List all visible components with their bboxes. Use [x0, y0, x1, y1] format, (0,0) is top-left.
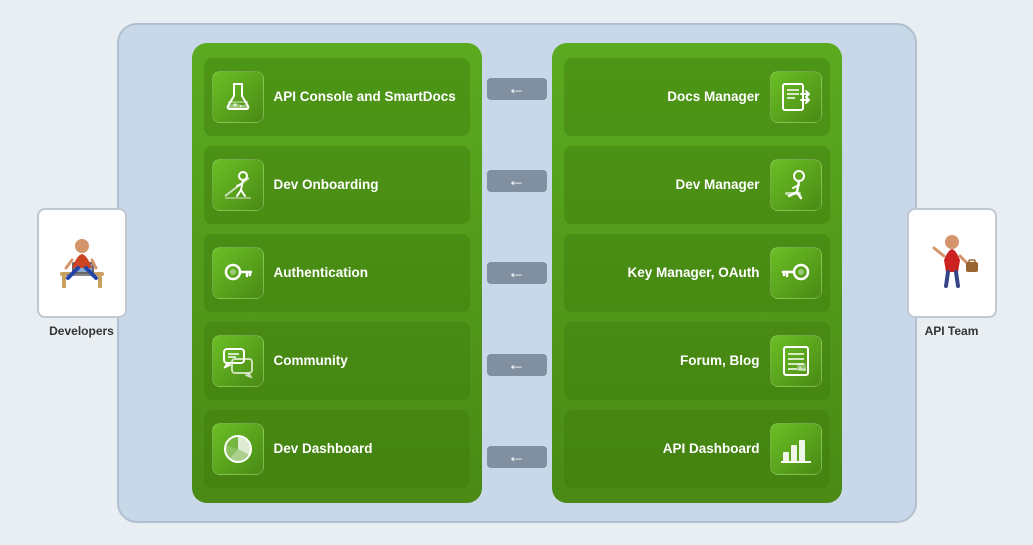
flask-icon: [221, 80, 255, 114]
developer-icon: [52, 230, 112, 295]
bar-chart-icon: [779, 432, 813, 466]
left-row-4-label: Community: [274, 352, 348, 370]
docs-icon: [779, 80, 813, 114]
flask-icon-box: [212, 71, 264, 123]
docs-icon-box: [770, 71, 822, 123]
escalator-icon-box: [212, 159, 264, 211]
right-row-4: Forum, Blog: [564, 322, 830, 400]
key-icon: [221, 256, 255, 290]
left-row-1-label: API Console and SmartDocs: [274, 88, 456, 106]
key2-icon: [779, 256, 813, 290]
chat-icon: [221, 344, 255, 378]
arrow-5: [487, 446, 547, 468]
arrow-left-4: [487, 354, 547, 376]
person-sitting-icon-box: [770, 159, 822, 211]
left-row-5: Dev Dashboard: [204, 410, 470, 488]
document-icon-box: [770, 335, 822, 387]
right-row-5: API Dashboard: [564, 410, 830, 488]
api-team-icon: [922, 230, 982, 295]
developers-figure: Developers: [37, 208, 127, 338]
right-row-4-label: Forum, Blog: [680, 352, 760, 370]
left-row-5-label: Dev Dashboard: [274, 440, 373, 458]
person-sitting-icon: [779, 168, 813, 202]
arrow-left-1: [487, 78, 547, 100]
api-team-label: API Team: [925, 324, 979, 338]
bar-chart-icon-box: [770, 423, 822, 475]
chat-icon-box: [212, 335, 264, 387]
left-row-3: Authentication: [204, 234, 470, 312]
arrow-4: [487, 354, 547, 376]
escalator-icon: [221, 168, 255, 202]
arrow-3: [487, 262, 547, 284]
arrow-1: [487, 78, 547, 100]
left-row-2-label: Dev Onboarding: [274, 176, 379, 194]
arrow-left-2: [487, 170, 547, 192]
right-row-1: Docs Manager: [564, 58, 830, 136]
left-row-3-label: Authentication: [274, 264, 369, 282]
key2-icon-box: [770, 247, 822, 299]
left-row-4: Community: [204, 322, 470, 400]
right-row-2-label: Dev Manager: [675, 176, 759, 194]
right-row-5-label: API Dashboard: [663, 440, 760, 458]
right-row-2: Dev Manager: [564, 146, 830, 224]
arrow-left-3: [487, 262, 547, 284]
left-panel: API Console and SmartDocs Dev Onboarding: [192, 43, 482, 503]
document-icon: [779, 344, 813, 378]
developers-label: Developers: [49, 324, 114, 338]
diagram-wrapper: Developers API Console and SmartDocs: [37, 13, 997, 533]
middle-area: [472, 43, 562, 503]
left-row-1: API Console and SmartDocs: [204, 58, 470, 136]
pie-chart-icon-box: [212, 423, 264, 475]
developers-box: [37, 208, 127, 318]
pie-chart-icon: [221, 432, 255, 466]
right-row-3-label: Key Manager, OAuth: [627, 264, 759, 282]
arrow-left-5: [487, 446, 547, 468]
arrow-2: [487, 170, 547, 192]
right-row-3: Key Manager, OAuth: [564, 234, 830, 312]
right-panel: Docs Manager Dev Manager: [552, 43, 842, 503]
key-icon-box: [212, 247, 264, 299]
api-team-box: [907, 208, 997, 318]
right-row-1-label: Docs Manager: [667, 88, 759, 106]
api-team-figure: API Team: [907, 208, 997, 338]
left-row-2: Dev Onboarding: [204, 146, 470, 224]
